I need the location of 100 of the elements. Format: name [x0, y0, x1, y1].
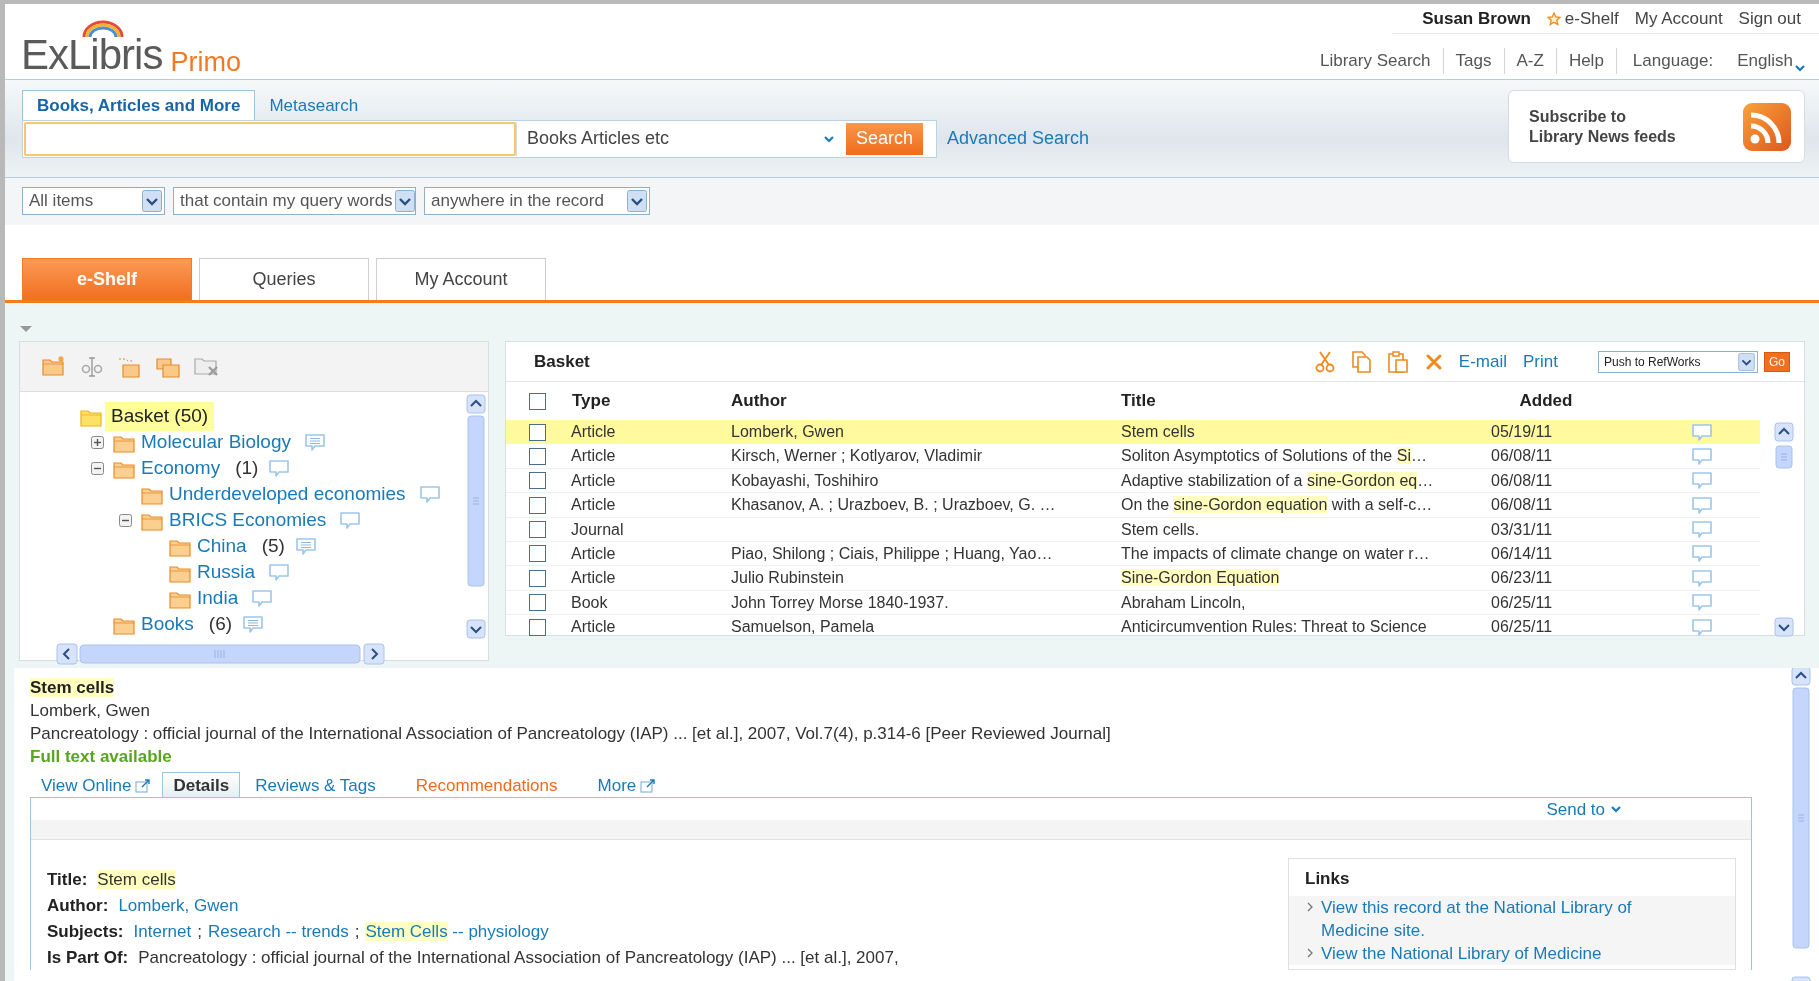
- result-row[interactable]: Book John Torrey Morse 1840-1937. Abraham Lincoln, 06/25/11: [506, 590, 1760, 616]
- rss-feed-icon[interactable]: [1742, 101, 1792, 152]
- row-checkbox[interactable]: [529, 545, 546, 563]
- result-row[interactable]: Journal Stem cells. 03/31/11: [506, 517, 1760, 542]
- folder-link[interactable]: Basket (50): [105, 402, 215, 431]
- subject-link[interactable]: Stem Cells -- physiology: [365, 919, 549, 943]
- folder-link[interactable]: Molecular Biology: [138, 428, 294, 457]
- row-checkbox[interactable]: [529, 521, 546, 539]
- author-link[interactable]: Lomberk, Gwen: [118, 893, 239, 917]
- vertical-scrollbar[interactable]: [1791, 668, 1811, 981]
- note-icon[interactable]: [242, 615, 265, 634]
- horizontal-scrollbar[interactable]: [56, 641, 386, 665]
- action-link[interactable]: Print: [1523, 348, 1558, 375]
- row-checkbox[interactable]: [529, 618, 546, 636]
- nav-link[interactable]: Help: [1556, 48, 1617, 74]
- paste-icon[interactable]: [1386, 350, 1409, 373]
- empty-note-icon[interactable]: [268, 563, 291, 582]
- resource-link[interactable]: View this record at the National Library of Medicine site.: [1321, 896, 1681, 942]
- row-checkbox[interactable]: [529, 569, 546, 587]
- copy-folder-icon[interactable]: [156, 355, 180, 378]
- note-icon[interactable]: [1691, 593, 1713, 613]
- dropdown-button[interactable]: [142, 190, 162, 212]
- refworks-dropdown[interactable]: Push to RefWorks: [1598, 350, 1758, 373]
- folder-link[interactable]: India: [194, 584, 242, 613]
- filter-dropdown[interactable]: that contain my query words: [173, 187, 416, 215]
- nav-link[interactable]: Tags: [1443, 48, 1505, 74]
- result-row[interactable]: Article Lomberk, Gwen Stem cells 05/19/11: [506, 420, 1760, 445]
- result-row[interactable]: Article Julio Rubinstein Sine-Gordon Equation 06/23/11: [506, 566, 1760, 591]
- search-tab[interactable]: Metasearch: [255, 91, 373, 120]
- text-cursor-icon[interactable]: [80, 355, 104, 378]
- note-icon[interactable]: [1691, 471, 1713, 491]
- empty-note-icon[interactable]: [339, 511, 362, 530]
- result-row[interactable]: Article Piao, Shilong ; Ciais, Philippe ; Huang, Yao… The impacts of climate change on water r… 06/14/11: [506, 541, 1760, 567]
- user-link[interactable]: My Account: [1634, 5, 1723, 32]
- main-tab[interactable]: Queries: [199, 258, 369, 300]
- column-header[interactable]: Type: [571, 388, 731, 414]
- resource-link[interactable]: View the National Library of Medicine: [1321, 942, 1681, 965]
- vertical-scrollbar[interactable]: [1774, 422, 1794, 637]
- language-dropdown[interactable]: English: [1725, 48, 1805, 74]
- nav-link[interactable]: A-Z: [1504, 48, 1557, 74]
- note-icon[interactable]: [1691, 520, 1713, 540]
- result-row[interactable]: Article Samuelson, Pamela Anticircumvention Rules: Threat to Science 06/25/11: [506, 615, 1760, 640]
- row-checkbox[interactable]: [529, 594, 546, 612]
- row-checkbox[interactable]: [529, 423, 546, 441]
- vertical-scrollbar[interactable]: [466, 394, 486, 639]
- collapse-triangle-icon[interactable]: [19, 325, 33, 333]
- dropdown-button[interactable]: [1738, 352, 1755, 371]
- dropdown-button[interactable]: [394, 190, 415, 212]
- folder-link[interactable]: BRICS Economies: [166, 506, 330, 535]
- empty-note-icon[interactable]: [418, 485, 441, 504]
- folder-link[interactable]: Books: [138, 610, 197, 637]
- collapse-toggle-icon[interactable]: [91, 462, 104, 475]
- note-icon[interactable]: [1691, 617, 1713, 637]
- nav-link[interactable]: Library Search: [1308, 48, 1444, 74]
- folder-link[interactable]: Economy: [138, 454, 224, 483]
- expand-toggle-icon[interactable]: [91, 436, 104, 449]
- folder-link[interactable]: Russia: [194, 558, 259, 587]
- cut-folder-icon[interactable]: [118, 355, 142, 378]
- note-icon[interactable]: [1691, 422, 1713, 442]
- new-folder-icon[interactable]: [42, 355, 66, 378]
- folder-link[interactable]: Underdeveloped economies: [166, 480, 409, 509]
- folder-link[interactable]: China: [194, 532, 250, 561]
- search-input[interactable]: [24, 121, 516, 156]
- user-link[interactable]: e-Shelf: [1546, 5, 1619, 32]
- note-icon[interactable]: [1691, 568, 1713, 588]
- filter-dropdown[interactable]: All items: [22, 187, 165, 215]
- select-all-checkbox[interactable]: [529, 392, 546, 410]
- subject-link[interactable]: Internet: [133, 919, 192, 943]
- result-row[interactable]: Article Kobayashi, Toshihiro Adaptive stabilization of a sine-Gordon eq… 06/08/11: [506, 468, 1760, 494]
- collapse-toggle-icon[interactable]: [119, 514, 132, 527]
- column-header[interactable]: Added: [1491, 388, 1601, 414]
- column-header[interactable]: Author: [731, 388, 1121, 414]
- note-icon[interactable]: [303, 433, 326, 452]
- note-icon[interactable]: [1691, 446, 1713, 466]
- dropdown-button[interactable]: [627, 190, 647, 212]
- copy-icon[interactable]: [1350, 350, 1371, 373]
- record-tab[interactable]: Details: [162, 772, 241, 797]
- row-checkbox[interactable]: [529, 496, 546, 514]
- subject-link[interactable]: Research -- trends: [207, 919, 349, 943]
- filter-dropdown[interactable]: anywhere in the record: [424, 187, 650, 215]
- user-link[interactable]: Sign out: [1738, 5, 1801, 32]
- advanced-search-link[interactable]: Advanced Search: [947, 125, 1090, 152]
- search-tab[interactable]: Books, Articles and More: [22, 90, 256, 120]
- result-row[interactable]: Article Kirsch, Werner ; Kotlyarov, Vladimir Soliton Asymptotics of Solutions of the Si… 06/08/11: [506, 444, 1760, 469]
- record-tab[interactable]: More: [586, 772, 668, 797]
- result-row[interactable]: Article Khasanov, A. ; Urazboev, B. ; Urazboev, G. … On the sine-Gordon equation with a self-c… 06/08/11: [506, 493, 1760, 518]
- note-icon[interactable]: [294, 537, 317, 556]
- main-tab[interactable]: My Account: [376, 258, 546, 300]
- row-checkbox[interactable]: [529, 447, 546, 465]
- send-to-menu[interactable]: Send to: [1546, 798, 1621, 820]
- empty-note-icon[interactable]: [268, 459, 291, 478]
- empty-note-icon[interactable]: [251, 589, 274, 608]
- scissors-icon[interactable]: [1314, 350, 1335, 373]
- note-icon[interactable]: [1691, 495, 1713, 515]
- row-checkbox[interactable]: [529, 472, 546, 490]
- note-icon[interactable]: [1691, 544, 1713, 564]
- record-tab[interactable]: Reviews & Tags: [244, 772, 387, 797]
- action-link[interactable]: E-mail: [1458, 348, 1507, 375]
- record-tab[interactable]: View Online: [30, 772, 163, 797]
- delete-icon[interactable]: [1424, 352, 1443, 371]
